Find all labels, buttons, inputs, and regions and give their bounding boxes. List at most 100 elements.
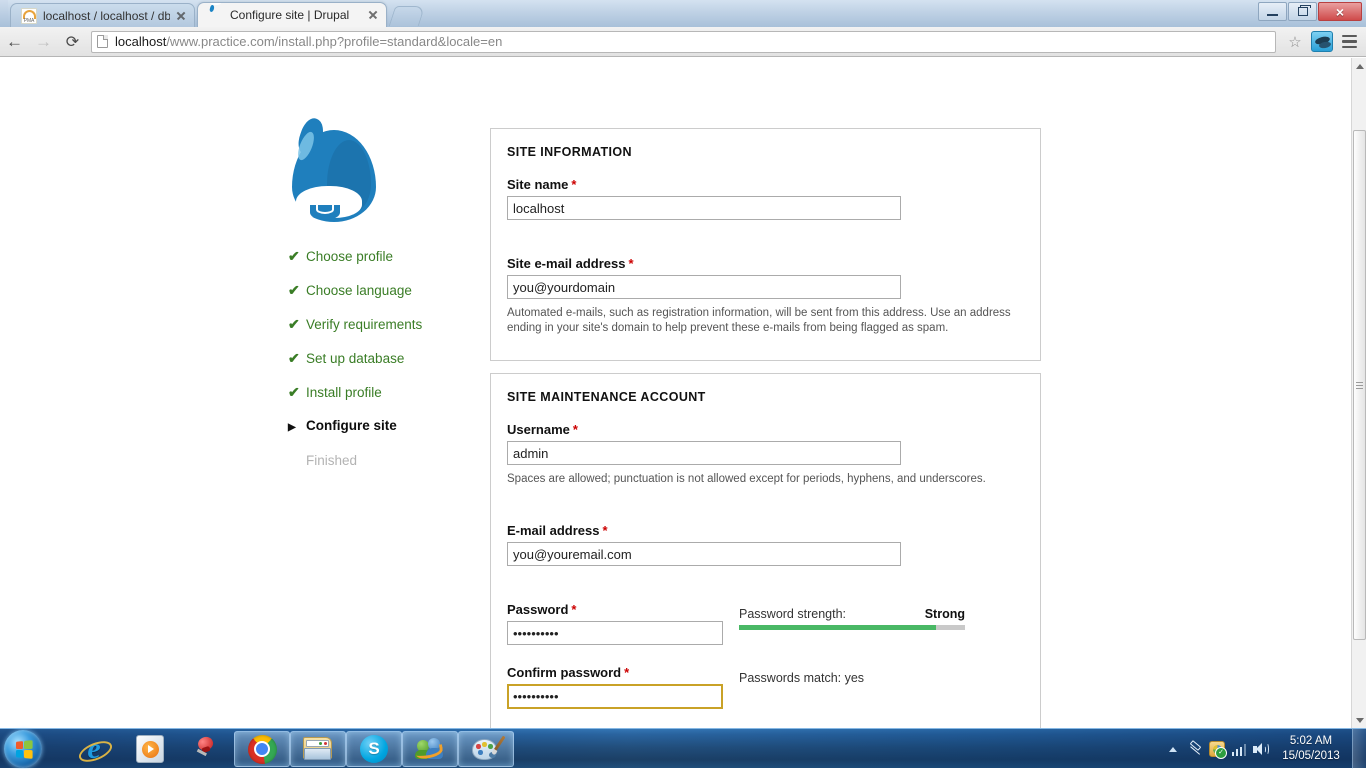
- install-step-choose-profile: ✔ Choose profile: [288, 248, 478, 265]
- panel-legend: SITE INFORMATION: [507, 145, 1024, 159]
- site-name-field: Site name*: [507, 177, 1024, 220]
- windows-explorer-icon: [303, 737, 333, 762]
- start-button[interactable]: [4, 730, 42, 768]
- network-icon[interactable]: [1228, 729, 1250, 769]
- password-strength-value: Strong: [925, 607, 965, 621]
- minimize-button[interactable]: [1258, 2, 1287, 21]
- paint-icon: [472, 736, 500, 762]
- username-description: Spaces are allowed; punctuation is not a…: [507, 472, 1024, 487]
- internet-explorer-icon: e: [79, 734, 109, 764]
- tab-title: Configure site | Drupal: [230, 7, 362, 23]
- install-steps-list: ✔ Choose profile ✔ Choose language ✔ Ver…: [288, 248, 478, 486]
- google-chrome-icon: [248, 735, 277, 764]
- system-tray: 5:02 AM 15/05/2013: [1162, 729, 1366, 769]
- install-step-choose-language: ✔ Choose language: [288, 282, 478, 299]
- password-strength-label: Password strength:: [739, 607, 846, 621]
- taskbar-item-messenger[interactable]: [402, 731, 458, 767]
- safely-remove-hardware-icon[interactable]: [1184, 729, 1206, 769]
- site-email-input[interactable]: [507, 275, 901, 299]
- taskbar-item-explorer[interactable]: [290, 731, 346, 767]
- vertical-scrollbar[interactable]: [1351, 58, 1366, 728]
- confirm-password-input[interactable]: [507, 684, 723, 709]
- site-information-panel: SITE INFORMATION Site name* Site e-mail …: [490, 128, 1041, 361]
- tab-title: localhost / localhost / dbp: [43, 8, 170, 24]
- page-viewport: ✔ Choose profile ✔ Choose language ✔ Ver…: [0, 58, 1366, 728]
- volume-icon[interactable]: [1250, 729, 1272, 769]
- install-step-set-up-database: ✔ Set up database: [288, 350, 478, 367]
- site-name-label: Site name*: [507, 177, 1024, 192]
- antivirus-icon[interactable]: [1206, 729, 1228, 769]
- drupal-droplet-logo: [287, 122, 381, 226]
- window-controls: ×: [1258, 2, 1362, 21]
- browser-toolbar: ← → ⟳ localhost /www.practice.com/instal…: [0, 27, 1366, 57]
- page-info-icon[interactable]: [97, 35, 108, 48]
- install-step-install-profile: ✔ Install profile: [288, 384, 478, 401]
- back-arrow-icon[interactable]: ←: [0, 28, 29, 56]
- windows-taskbar: e S: [0, 728, 1366, 768]
- password-label: Password*: [507, 602, 739, 617]
- close-icon[interactable]: [366, 8, 380, 22]
- address-bar[interactable]: localhost /www.practice.com/install.php?…: [91, 31, 1276, 53]
- label-text: E-mail address: [507, 523, 600, 538]
- show-hidden-icons-arrow[interactable]: [1162, 729, 1184, 769]
- username-field: Username* Spaces are allowed; punctuatio…: [507, 422, 1024, 487]
- install-step-configure-site: ▶ Configure site: [288, 418, 478, 436]
- close-icon[interactable]: [174, 9, 188, 23]
- required-marker: *: [573, 422, 578, 437]
- step-label: Choose language: [306, 283, 412, 299]
- scroll-down-arrow-icon[interactable]: [1352, 712, 1366, 728]
- panel-legend: SITE MAINTENANCE ACCOUNT: [507, 390, 1024, 404]
- account-email-field: E-mail address*: [507, 523, 1024, 566]
- site-name-input[interactable]: [507, 196, 901, 220]
- scrollbar-thumb[interactable]: [1353, 130, 1366, 640]
- scroll-up-arrow-icon[interactable]: [1352, 58, 1366, 74]
- label-text: Site name: [507, 177, 568, 192]
- check-icon: ✔: [288, 316, 306, 332]
- required-marker: *: [603, 523, 608, 538]
- extension-icon[interactable]: [1311, 31, 1333, 52]
- taskbar-item-skype[interactable]: S: [346, 731, 402, 767]
- step-label: Configure site: [306, 418, 397, 434]
- step-label: Choose profile: [306, 249, 393, 265]
- new-tab-button[interactable]: [389, 6, 425, 26]
- taskbar-item-chrome[interactable]: [234, 731, 290, 767]
- maximize-button[interactable]: [1288, 2, 1317, 21]
- step-label: Finished: [306, 453, 357, 469]
- tab-configure-site[interactable]: Configure site | Drupal: [197, 2, 387, 27]
- username-input[interactable]: [507, 441, 901, 465]
- step-label: Install profile: [306, 385, 382, 401]
- required-marker: *: [624, 665, 629, 680]
- check-icon: ✔: [288, 248, 306, 264]
- password-fields: Password* Confirm password*: [507, 602, 739, 715]
- taskbar-item-internet-explorer[interactable]: e: [66, 731, 122, 767]
- show-desktop-button[interactable]: [1352, 729, 1366, 769]
- taskbar-item-pin[interactable]: [178, 731, 234, 767]
- bookmark-star-icon[interactable]: ☆: [1282, 33, 1308, 51]
- password-feedback: Password strength: Strong Passwords matc…: [739, 602, 1024, 685]
- site-email-field: Site e-mail address* Automated e-mails, …: [507, 256, 1024, 336]
- tab-phpmyadmin[interactable]: PMA localhost / localhost / dbp: [10, 3, 195, 27]
- install-step-finished: Finished: [288, 453, 478, 469]
- forward-arrow-icon: →: [29, 28, 58, 56]
- check-icon: ✔: [288, 350, 306, 366]
- drupal-icon: [208, 7, 224, 23]
- reload-icon[interactable]: ⟳: [58, 28, 87, 56]
- url-path: /www.practice.com/install.php?profile=st…: [166, 34, 502, 49]
- taskbar-item-media-player[interactable]: [122, 731, 178, 767]
- hamburger-menu-icon[interactable]: [1336, 29, 1362, 55]
- label-text: Password: [507, 602, 568, 617]
- password-field: Password*: [507, 602, 739, 645]
- windows-media-player-icon: [136, 735, 164, 763]
- site-maintenance-account-panel: SITE MAINTENANCE ACCOUNT Username* Space…: [490, 373, 1041, 728]
- close-window-button[interactable]: ×: [1318, 2, 1362, 21]
- tabstrip-left-cap: [0, 0, 8, 27]
- clock-date: 15/05/2013: [1282, 749, 1340, 764]
- clock[interactable]: 5:02 AM 15/05/2013: [1272, 729, 1350, 769]
- account-email-input[interactable]: [507, 542, 901, 566]
- required-marker: *: [629, 256, 634, 271]
- required-marker: *: [571, 602, 576, 617]
- label-text: Confirm password: [507, 665, 621, 680]
- password-input[interactable]: [507, 621, 723, 645]
- confirm-password-label: Confirm password*: [507, 665, 739, 680]
- taskbar-item-paint[interactable]: [458, 731, 514, 767]
